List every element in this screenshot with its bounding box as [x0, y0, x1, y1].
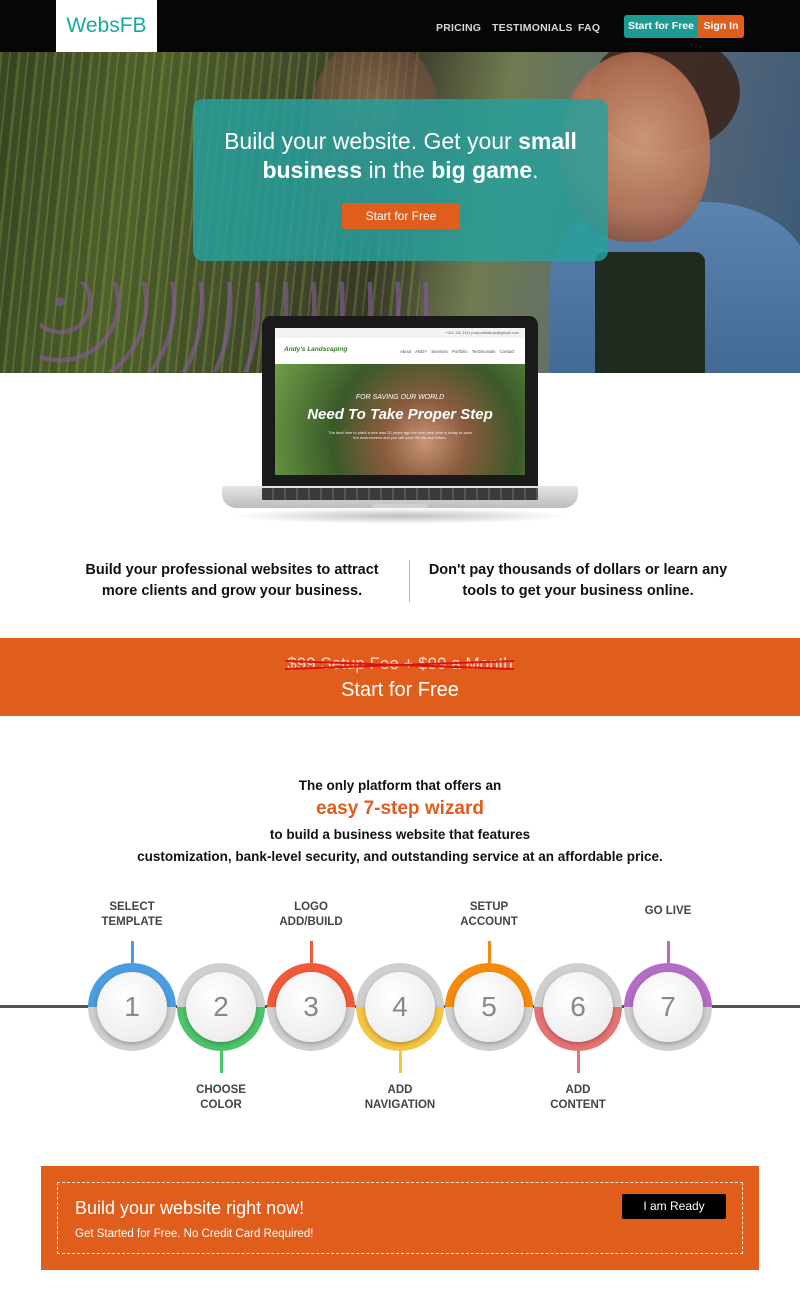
step-6-circle[interactable]: 6 — [534, 963, 622, 1051]
hero-title-text-3: . — [532, 157, 539, 183]
step-label-line1: LOGO — [294, 901, 328, 913]
nav-link-faq[interactable]: FAQ — [578, 22, 600, 34]
hero-card: Build your website. Get your small busin… — [193, 99, 608, 261]
step-1-label: SELECT TEMPLATE — [77, 900, 187, 930]
old-price-strikethrough: $99 Setup Fee + $99 a Month — [0, 654, 800, 674]
step-1-circle[interactable]: 1 — [88, 963, 176, 1051]
feature-right-text: Don't pay thousands of dollars or learn … — [428, 562, 728, 599]
laptop-shadow — [230, 508, 570, 524]
step-label-line2: ADD/BUILD — [279, 916, 343, 928]
wizard-intro-line1: The only platform that offers an — [298, 778, 502, 793]
wizard-intro-line3: to build a business website that feature… — [269, 827, 531, 842]
preview-tagline-body: The best time to plant a tree was 20 yea… — [328, 430, 472, 440]
step-5-circle[interactable]: 5 — [445, 963, 533, 1051]
step-label-line1: GO LIVE — [644, 905, 692, 917]
start-for-free-button[interactable]: Start for Free — [624, 15, 698, 38]
cta-title: Build your website right now! — [75, 1198, 305, 1218]
step-7-label: GO LIVE — [613, 904, 723, 919]
step-number: 1 — [97, 972, 167, 1042]
preview-topbar: +111 111 1111 porposthabuja@gmail.com — [275, 328, 525, 338]
step-3-connector — [310, 941, 313, 963]
nav-link-testimonials[interactable]: TESTIMONIALS — [492, 22, 573, 34]
feature-divider — [409, 560, 410, 602]
nav-link-pricing[interactable]: PRICING — [436, 22, 481, 34]
step-3-circle[interactable]: 3 — [267, 963, 355, 1051]
feature-left-text: Build your professional websites to attr… — [85, 562, 379, 599]
preview-tagline-big: Need To Take Proper Step — [307, 406, 493, 423]
step-2-circle[interactable]: 2 — [177, 963, 265, 1051]
step-label-line2: TEMPLATE — [101, 916, 163, 928]
step-6-connector — [577, 1051, 580, 1073]
wizard-highlight: easy 7-step wizard — [316, 798, 484, 819]
hero-title-bold-2: big game — [431, 157, 533, 183]
step-number: 5 — [454, 972, 524, 1042]
sign-in-button[interactable]: Sign In — [698, 15, 744, 38]
hero-title-text-1: Build your website. Get your — [224, 128, 519, 154]
cta-subtitle: Get Started for Free. No Credit Card Req… — [75, 1228, 314, 1240]
logo[interactable]: WebsFB — [56, 0, 157, 52]
step-label-line1: SETUP — [469, 901, 509, 913]
laptop-screen-preview: +111 111 1111 porposthabuja@gmail.com An… — [275, 328, 525, 475]
i-am-ready-button[interactable]: I am Ready — [622, 1194, 726, 1219]
step-number: 2 — [186, 972, 256, 1042]
step-5-connector — [488, 941, 491, 963]
step-6-label: ADD CONTENT — [523, 1083, 633, 1113]
step-label-line2: ACCOUNT — [460, 916, 518, 928]
step-number: 6 — [543, 972, 613, 1042]
banner-start-for-free-link[interactable]: Start for Free — [0, 679, 800, 702]
hero-start-for-free-button[interactable]: Start for Free — [342, 203, 460, 229]
step-4-label: ADD NAVIGATION — [345, 1083, 455, 1113]
top-navbar: WebsFB PRICING TESTIMONIALS FAQ Start fo… — [0, 0, 800, 52]
step-label-line1: ADD — [387, 1084, 413, 1096]
hero-title-text-2: in the — [362, 157, 432, 183]
step-number: 3 — [276, 972, 346, 1042]
step-4-circle[interactable]: 4 — [356, 963, 444, 1051]
wizard-intro-line4: customization, bank-level security, and … — [137, 849, 663, 864]
step-label-line2: CONTENT — [550, 1099, 606, 1111]
step-2-connector — [220, 1051, 223, 1073]
step-label-line2: COLOR — [200, 1099, 242, 1111]
step-3-label: LOGO ADD/BUILD — [256, 900, 366, 930]
preview-tagline-small: FOR SAVING OUR WORLD — [355, 394, 445, 401]
step-2-label: CHOOSE COLOR — [166, 1083, 276, 1113]
hero-woman-apron — [595, 252, 705, 373]
step-7-circle[interactable]: 7 — [624, 963, 712, 1051]
step-number: 4 — [365, 972, 435, 1042]
bottom-cta-box: Build your website right now! Get Starte… — [41, 1166, 759, 1270]
hero-title: Build your website. Get your small busin… — [193, 127, 608, 185]
step-label-line1: SELECT — [109, 901, 155, 913]
step-1-connector — [131, 941, 134, 963]
step-label-line2: NAVIGATION — [364, 1099, 436, 1111]
bottom-cta-inner: Build your website right now! Get Starte… — [57, 1182, 743, 1254]
step-4-connector — [399, 1051, 402, 1073]
step-label-line1: CHOOSE — [196, 1084, 246, 1096]
preview-brand: Andy's Landscaping — [284, 346, 348, 353]
preview-menu: About ANDY Services Portfolio Testimonia… — [400, 349, 515, 354]
laptop-keyboard — [262, 488, 538, 500]
step-5-label: SETUP ACCOUNT — [434, 900, 544, 930]
step-label-line1: ADD — [565, 1084, 591, 1096]
pricing-banner[interactable]: $99 Setup Fee + $99 a Month Start for Fr… — [0, 638, 800, 716]
laptop-trackpad — [372, 504, 428, 508]
preview-hero-image: FOR SAVING OUR WORLD Need To Take Proper… — [275, 364, 525, 475]
step-number: 7 — [633, 972, 703, 1042]
step-7-connector — [667, 941, 670, 963]
